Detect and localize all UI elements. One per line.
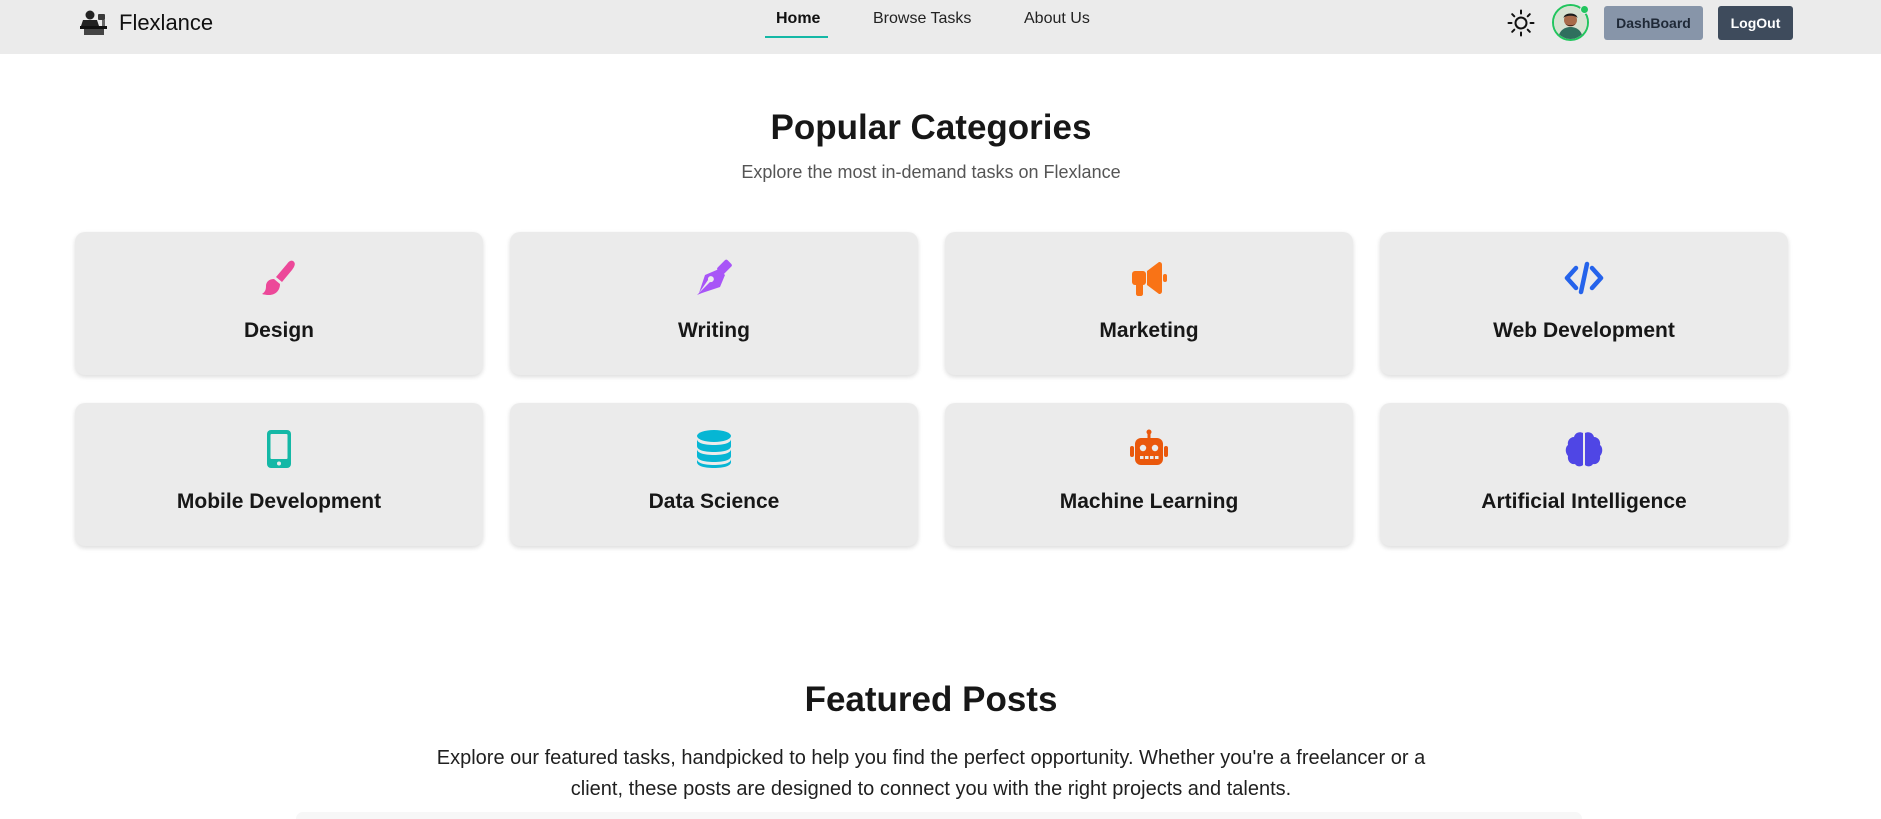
category-label: Mobile Development bbox=[176, 490, 382, 513]
category-card-data-science[interactable]: Data Science bbox=[510, 403, 918, 546]
category-card-web-development[interactable]: Web Development bbox=[1380, 232, 1788, 375]
logout-button[interactable]: LogOut bbox=[1718, 6, 1793, 40]
category-card-design[interactable]: Design bbox=[75, 232, 483, 375]
featured-posts-container bbox=[296, 812, 1582, 819]
brand-name: Flexlance bbox=[119, 10, 214, 35]
navbar: Flexlance Home Browse Tasks About Us Das… bbox=[0, 0, 1881, 54]
online-status-dot bbox=[1580, 5, 1589, 14]
dashboard-button[interactable]: DashBoard bbox=[1604, 6, 1703, 40]
pen-nib-icon bbox=[697, 259, 732, 295]
category-label: Web Development bbox=[1493, 319, 1675, 342]
category-label: Machine Learning bbox=[1059, 490, 1239, 513]
category-card-machine-learning[interactable]: Machine Learning bbox=[945, 403, 1353, 546]
categories-subtitle: Explore the most in-demand tasks on Flex… bbox=[741, 162, 1121, 182]
featured-title: Featured Posts bbox=[804, 680, 1058, 719]
nav-about-us[interactable]: About Us bbox=[1024, 10, 1090, 28]
nav-home[interactable]: Home bbox=[776, 10, 820, 28]
brain-icon bbox=[1565, 432, 1603, 467]
code-icon bbox=[1564, 261, 1604, 295]
categories-title: Popular Categories bbox=[770, 108, 1092, 147]
robot-icon bbox=[1130, 429, 1168, 465]
mobile-phone-icon bbox=[267, 430, 291, 468]
logo-icon bbox=[80, 10, 107, 35]
nav-browse-tasks[interactable]: Browse Tasks bbox=[873, 10, 971, 28]
nav-active-indicator bbox=[765, 36, 828, 38]
megaphone-icon bbox=[1132, 262, 1167, 296]
category-card-artificial-intelligence[interactable]: Artificial Intelligence bbox=[1380, 403, 1788, 546]
category-card-writing[interactable]: Writing bbox=[510, 232, 918, 375]
database-icon bbox=[697, 430, 731, 468]
category-label: Design bbox=[243, 319, 314, 342]
brand-link[interactable]: Flexlance bbox=[78, 9, 213, 37]
category-label: Data Science bbox=[648, 490, 780, 513]
theme-toggle-button[interactable] bbox=[1507, 9, 1535, 37]
category-card-mobile-development[interactable]: Mobile Development bbox=[75, 403, 483, 546]
sun-icon bbox=[1507, 9, 1535, 37]
paintbrush-icon bbox=[262, 260, 295, 295]
category-label: Marketing bbox=[1099, 319, 1199, 342]
featured-description: Explore our featured tasks, handpicked t… bbox=[436, 747, 1426, 800]
category-label: Writing bbox=[678, 319, 750, 342]
category-card-marketing[interactable]: Marketing bbox=[945, 232, 1353, 375]
category-label: Artificial Intelligence bbox=[1481, 490, 1687, 513]
